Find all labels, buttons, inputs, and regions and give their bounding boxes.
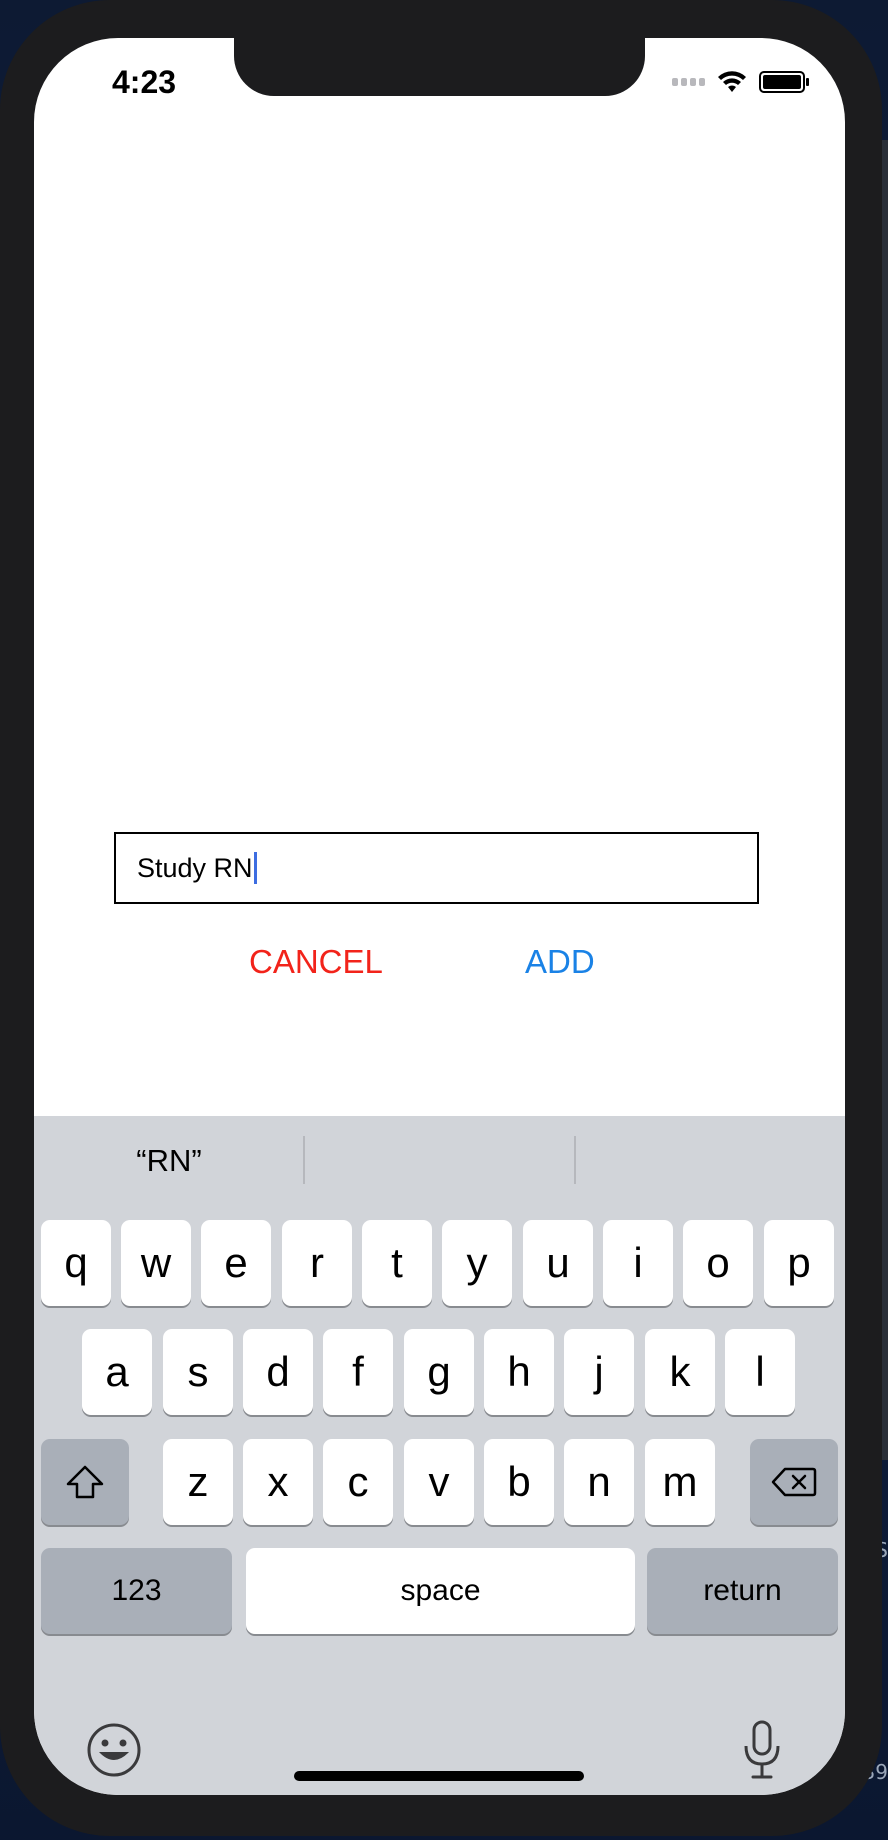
space-key[interactable]: space (246, 1548, 635, 1634)
wifi-icon (718, 71, 746, 92)
delete-key[interactable] (750, 1439, 838, 1525)
suggestion-bar: “RN” (34, 1116, 845, 1206)
emoji-button[interactable] (86, 1722, 142, 1778)
return-key[interactable]: return (647, 1548, 838, 1634)
add-button[interactable]: ADD (525, 943, 595, 981)
battery-icon (759, 71, 809, 93)
key-i[interactable]: i (603, 1220, 673, 1306)
key-y[interactable]: y (442, 1220, 512, 1306)
key-v[interactable]: v (404, 1439, 474, 1525)
delete-icon (771, 1467, 817, 1497)
shift-key[interactable] (41, 1439, 129, 1525)
phone-frame: 4:23 Study RN CANCEL ADD “RN” q w e r t … (0, 0, 882, 1836)
cancel-button[interactable]: CANCEL (249, 943, 383, 981)
suggestion-item[interactable] (576, 1116, 845, 1206)
key-l[interactable]: l (725, 1329, 795, 1415)
key-n[interactable]: n (564, 1439, 634, 1525)
suggestion-item[interactable] (305, 1116, 575, 1206)
key-k[interactable]: k (645, 1329, 715, 1415)
status-icons (672, 70, 809, 94)
key-z[interactable]: z (163, 1439, 233, 1525)
key-f[interactable]: f (323, 1329, 393, 1415)
key-u[interactable]: u (523, 1220, 593, 1306)
dictation-button[interactable] (740, 1720, 784, 1780)
key-p[interactable]: p (764, 1220, 834, 1306)
text-cursor (253, 852, 257, 884)
key-a[interactable]: a (82, 1329, 152, 1415)
key-r[interactable]: r (282, 1220, 352, 1306)
phone-screen: 4:23 Study RN CANCEL ADD “RN” q w e r t … (34, 38, 845, 1795)
desktop-background-edge (882, 140, 888, 1460)
key-d[interactable]: d (243, 1329, 313, 1415)
key-o[interactable]: o (683, 1220, 753, 1306)
key-e[interactable]: e (201, 1220, 271, 1306)
key-q[interactable]: q (41, 1220, 111, 1306)
emoji-icon (87, 1723, 141, 1777)
microphone-icon (744, 1720, 780, 1779)
key-s[interactable]: s (163, 1329, 233, 1415)
suggestion-item[interactable]: “RN” (34, 1116, 304, 1206)
key-x[interactable]: x (243, 1439, 313, 1525)
key-m[interactable]: m (645, 1439, 715, 1525)
status-time: 4:23 (112, 64, 177, 100)
task-name-input[interactable]: Study RN (114, 832, 759, 904)
home-indicator[interactable] (294, 1771, 584, 1781)
cellular-signal-icon (672, 78, 705, 86)
keyboard: “RN” q w e r t y u i o p a s d f g h j k… (34, 1116, 845, 1795)
key-w[interactable]: w (121, 1220, 191, 1306)
notch (234, 38, 645, 96)
key-c[interactable]: c (323, 1439, 393, 1525)
key-b[interactable]: b (484, 1439, 554, 1525)
shift-icon (66, 1465, 104, 1499)
numbers-key[interactable]: 123 (41, 1548, 232, 1634)
key-g[interactable]: g (404, 1329, 474, 1415)
key-h[interactable]: h (484, 1329, 554, 1415)
input-value: Study RN (137, 852, 253, 883)
key-t[interactable]: t (362, 1220, 432, 1306)
key-j[interactable]: j (564, 1329, 634, 1415)
